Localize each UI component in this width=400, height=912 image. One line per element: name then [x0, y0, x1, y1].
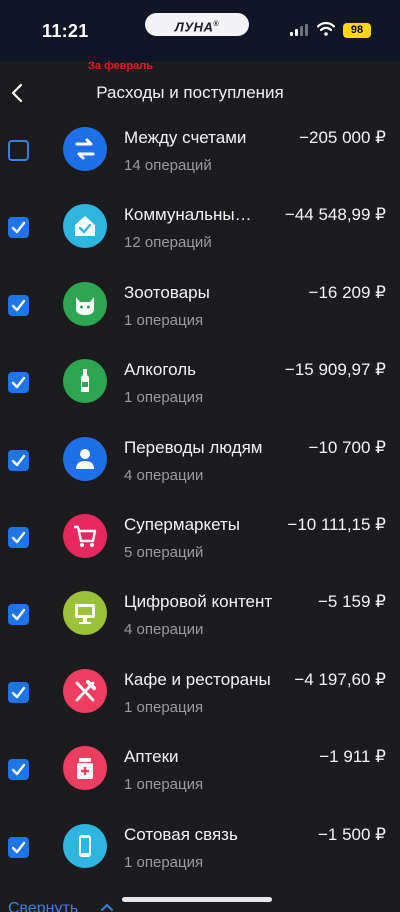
- arrows-swap-icon: [63, 127, 107, 171]
- category-row[interactable]: Сотовая связь 1 операция −1 500 ₽: [0, 817, 400, 894]
- status-time: 11:21: [42, 21, 89, 41]
- category-name: Сотовая связь: [124, 824, 238, 844]
- checkmark-icon: [11, 222, 26, 234]
- operation-count: 1 операция: [124, 698, 204, 716]
- category-checkbox[interactable]: [8, 759, 29, 781]
- fork-knife-icon: [63, 668, 107, 713]
- category-checkbox[interactable]: [8, 604, 29, 626]
- operation-count: 4 операции: [124, 621, 204, 639]
- operation-count: 1 операция: [124, 311, 204, 329]
- page-header: Расходы и поступления: [0, 62, 400, 122]
- phone-icon: [63, 823, 107, 868]
- category-amount: −4 197,60 ₽: [294, 669, 386, 689]
- category-amount: −205 000 ₽: [299, 128, 386, 147]
- carrier-logo: ЛУНА®: [145, 13, 249, 36]
- category-amount: −15 909,97 ₽: [284, 360, 386, 380]
- category-row[interactable]: Между счетами 14 операций −205 000 ₽: [0, 120, 400, 197]
- cat-icon: [63, 281, 107, 326]
- category-row[interactable]: Коммунальны… 12 операций −44 548,99 ₽: [0, 197, 400, 274]
- category-name: Аптеки: [124, 747, 179, 767]
- operation-count: 1 операция: [124, 776, 204, 794]
- medicine-icon: [63, 746, 107, 791]
- category-row[interactable]: Кафе и рестораны 1 операция −4 197,60 ₽: [0, 662, 400, 739]
- category-name: Цифровой контент: [124, 592, 273, 612]
- checkmark-icon: [11, 454, 26, 466]
- category-row[interactable]: Зоотовары 1 операция −16 209 ₽: [0, 275, 400, 352]
- page-title: Расходы и поступления: [96, 83, 284, 102]
- operation-count: 1 операция: [124, 853, 204, 871]
- collapse-button[interactable]: Свернуть: [8, 900, 78, 912]
- bottle-icon: [63, 359, 107, 404]
- battery-indicator: 98: [343, 23, 371, 38]
- operation-count: 5 операций: [124, 543, 204, 561]
- category-name: Алкоголь: [124, 360, 197, 380]
- home-check-icon: [63, 204, 107, 249]
- category-name: Между счетами: [124, 128, 247, 147]
- category-amount: −16 209 ₽: [308, 282, 386, 302]
- category-row[interactable]: Переводы людям 4 операции −10 700 ₽: [0, 430, 400, 507]
- category-checkbox[interactable]: [8, 372, 29, 394]
- signal-icon: [290, 24, 308, 36]
- category-name: Супермаркеты: [124, 514, 241, 534]
- category-name: Зоотовары: [124, 282, 210, 302]
- checkmark-icon: [11, 609, 26, 621]
- category-checkbox[interactable]: [8, 836, 29, 858]
- checkmark-icon: [11, 299, 26, 311]
- category-name: Коммунальны…: [124, 205, 252, 225]
- cart-icon: [63, 513, 107, 558]
- checkmark-icon: [11, 531, 26, 544]
- category-amount: −44 548,99 ₽: [284, 205, 386, 225]
- category-row[interactable]: Цифровой контент 4 операции −5 159 ₽: [0, 584, 400, 661]
- category-amount: −1 500 ₽: [317, 824, 386, 844]
- person-icon: [63, 436, 107, 481]
- category-checkbox[interactable]: [8, 526, 29, 548]
- category-amount: −5 159 ₽: [317, 592, 386, 612]
- status-bar: 11:21 ЛУНА® 98: [0, 0, 400, 62]
- operation-count: 14 операций: [124, 157, 212, 174]
- category-row[interactable]: Супермаркеты 5 операций −10 111,15 ₽: [0, 507, 400, 584]
- category-amount: −10 111,15 ₽: [287, 514, 386, 534]
- checkmark-icon: [11, 763, 26, 776]
- checkmark-icon: [11, 376, 26, 389]
- wifi-icon: [317, 22, 335, 36]
- category-list: Между счетами 14 операций −205 000 ₽ Ком…: [0, 120, 400, 894]
- category-name: Переводы людям: [124, 437, 263, 457]
- operation-count: 4 операции: [124, 466, 204, 484]
- operation-count: 1 операция: [124, 389, 204, 407]
- category-name: Кафе и рестораны: [124, 669, 271, 689]
- operation-count: 12 операций: [124, 234, 212, 252]
- category-row[interactable]: Аптеки 1 операция −1 911 ₽: [0, 739, 400, 816]
- chevron-up-icon[interactable]: [100, 902, 114, 912]
- category-row[interactable]: Алкоголь 1 операция −15 909,97 ₽: [0, 352, 400, 429]
- category-checkbox[interactable]: [8, 294, 29, 316]
- checkmark-icon: [11, 841, 26, 853]
- category-amount: −10 700 ₽: [308, 437, 386, 457]
- category-amount: −1 911 ₽: [319, 747, 386, 767]
- category-checkbox[interactable]: [8, 449, 29, 471]
- home-indicator: [122, 897, 272, 902]
- category-checkbox[interactable]: [8, 681, 29, 703]
- category-checkbox[interactable]: [8, 140, 29, 161]
- checkmark-icon: [11, 686, 26, 698]
- monitor-icon: [63, 591, 107, 636]
- category-checkbox[interactable]: [8, 217, 29, 239]
